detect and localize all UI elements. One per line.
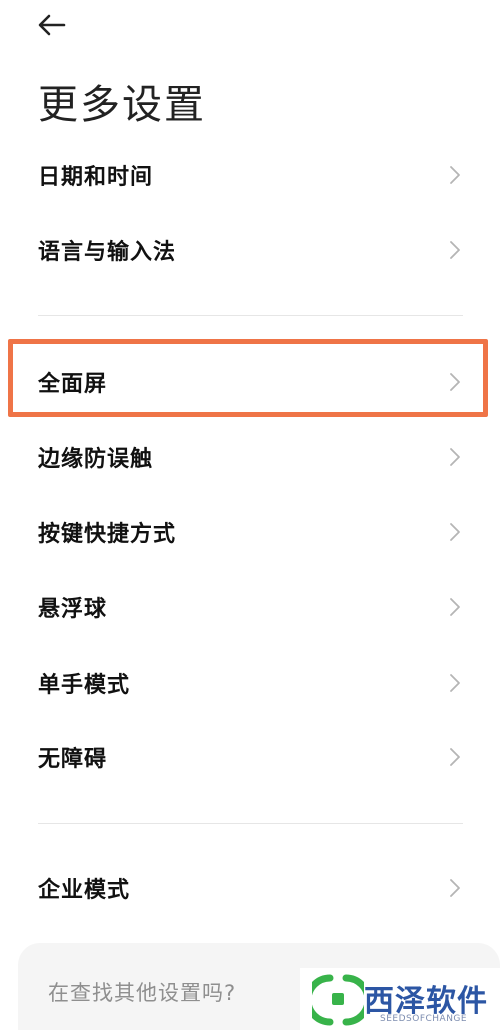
chevron-right-icon xyxy=(450,748,460,766)
settings-item-label: 企业模式 xyxy=(38,878,131,903)
watermark-subtext: SEEDSOFCHANGE xyxy=(380,1014,468,1024)
settings-item-label: 日期和时间 xyxy=(38,165,154,190)
arrow-left-icon xyxy=(38,14,66,36)
settings-item-one-handed-mode[interactable]: 单手模式 xyxy=(0,651,500,715)
settings-item-label: 单手模式 xyxy=(38,673,131,698)
watermark-logo-icon xyxy=(312,974,364,1026)
back-button[interactable] xyxy=(34,8,74,42)
settings-item-label: 边缘防误触 xyxy=(38,447,154,472)
settings-item-button-shortcuts[interactable]: 按键快捷方式 xyxy=(0,500,500,564)
chevron-right-icon xyxy=(450,448,460,466)
settings-item-date-time[interactable]: 日期和时间 xyxy=(0,143,500,207)
section-divider xyxy=(38,823,463,824)
settings-item-enterprise-mode[interactable]: 企业模式 xyxy=(0,856,500,920)
settings-item-label: 语言与输入法 xyxy=(38,240,177,265)
chevron-right-icon xyxy=(450,373,460,391)
chevron-right-icon xyxy=(450,166,460,184)
settings-item-edge-touch-protection[interactable]: 边缘防误触 xyxy=(0,425,500,489)
settings-item-label: 无障碍 xyxy=(38,747,108,772)
settings-item-full-screen[interactable]: 全面屏 xyxy=(0,350,500,414)
page-title: 更多设置 xyxy=(38,82,206,128)
settings-item-floating-ball[interactable]: 悬浮球 xyxy=(0,575,500,639)
search-suggestion-text: 在查找其他设置吗? xyxy=(48,981,237,1005)
settings-item-language-input[interactable]: 语言与输入法 xyxy=(0,218,500,282)
chevron-right-icon xyxy=(450,598,460,616)
chevron-right-icon xyxy=(450,523,460,541)
watermark: 西泽软件 SEEDSOFCHANGE xyxy=(300,968,500,1030)
settings-item-accessibility[interactable]: 无障碍 xyxy=(0,725,500,789)
chevron-right-icon xyxy=(450,241,460,259)
chevron-right-icon xyxy=(450,879,460,897)
section-divider xyxy=(38,315,463,316)
settings-item-label: 按键快捷方式 xyxy=(38,522,177,547)
settings-item-label: 悬浮球 xyxy=(38,597,108,622)
chevron-right-icon xyxy=(450,674,460,692)
settings-item-label: 全面屏 xyxy=(38,372,108,397)
